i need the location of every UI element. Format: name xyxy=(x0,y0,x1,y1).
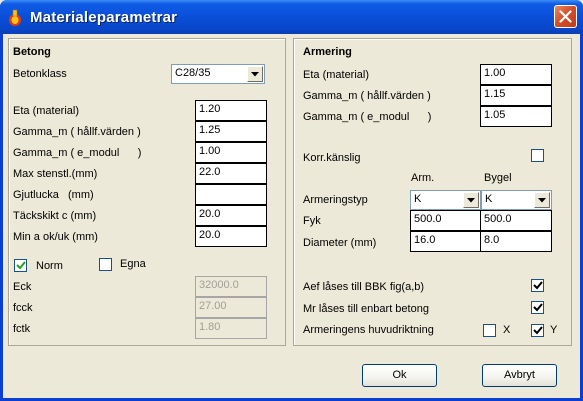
betong-heading: Betong xyxy=(13,46,51,58)
fcck-label: fcck xyxy=(13,302,33,314)
huvudriktning-label: Armeringens huvudriktning xyxy=(303,324,434,336)
gjutlucka-label: Gjutlucka (mm) xyxy=(13,189,94,201)
diameter-arm-field[interactable]: 16.0 xyxy=(410,231,482,252)
egna-checkbox[interactable] xyxy=(99,258,112,271)
min-a-label: Min a ok/uk (mm) xyxy=(13,231,98,243)
armering-heading: Armering xyxy=(303,46,352,58)
min-a-field[interactable]: 20.0 xyxy=(195,226,267,247)
tackskikt-label: Täckskikt c (mm) xyxy=(13,210,97,222)
y-label: Y xyxy=(550,324,558,336)
chevron-down-icon xyxy=(251,72,259,77)
close-button[interactable] xyxy=(554,5,577,28)
close-icon xyxy=(559,10,572,23)
arm-column-header: Arm. xyxy=(411,172,435,184)
betong-gamma-emodul-field[interactable]: 1.00 xyxy=(195,142,267,163)
dropdown-arrow-button[interactable] xyxy=(463,192,479,208)
x-label: X xyxy=(503,324,511,336)
betongklass-value: C28/35 xyxy=(175,67,211,79)
title-bar[interactable]: Materialeparametrar xyxy=(0,0,583,34)
tackskikt-field[interactable]: 20.0 xyxy=(195,205,267,226)
norm-label: Norm xyxy=(36,260,63,272)
dropdown-arrow-button[interactable] xyxy=(534,192,550,208)
gjutlucka-field[interactable] xyxy=(195,184,267,205)
armering-gamma-emodul-label: Gamma_m ( e_modul ) xyxy=(303,111,432,123)
chevron-down-icon xyxy=(467,198,475,203)
betongklass-label: Betonklass xyxy=(13,68,67,80)
chevron-down-icon xyxy=(538,198,546,203)
diameter-label: Diameter (mm) xyxy=(303,237,377,249)
mr-label: Mr låses till enbart betong xyxy=(303,303,429,315)
armeringstyp-label: Armeringstyp xyxy=(303,194,368,206)
norm-checkbox[interactable] xyxy=(14,259,27,272)
armeringstyp-bygel-value: K xyxy=(485,193,493,205)
dropdown-arrow-button[interactable] xyxy=(247,66,263,82)
fctk-field: 1.80 xyxy=(195,318,267,339)
aef-checkbox[interactable] xyxy=(531,279,544,292)
checkmark-icon xyxy=(533,326,543,335)
checkmark-icon xyxy=(533,281,543,290)
armering-gamma-hallf-label: Gamma_m ( hållf.värden ) xyxy=(303,90,431,102)
aef-label: Aef låses till BBK fig(a,b) xyxy=(303,281,425,293)
betong-eta-label: Eta (material) xyxy=(13,105,80,117)
max-stenstl-field[interactable]: 22.0 xyxy=(195,163,267,184)
fcck-field: 27.00 xyxy=(195,297,267,318)
fyk-arm-field[interactable]: 500.0 xyxy=(410,210,482,231)
dialog-window: Materialeparametrar Betong Betonklass C2… xyxy=(0,0,583,401)
armeringstyp-bygel-select[interactable]: K xyxy=(481,190,552,210)
bygel-column-header: Bygel xyxy=(484,172,512,184)
armeringstyp-arm-select[interactable]: K xyxy=(410,190,481,210)
korr-checkbox[interactable] xyxy=(531,149,544,162)
eck-field: 32000.0 xyxy=(195,276,267,297)
max-stenstl-label: Max stenstl.(mm) xyxy=(13,168,98,180)
cancel-button[interactable]: Avbryt xyxy=(482,364,557,387)
dialog-body: Betong Betonklass C28/35 Eta (material) … xyxy=(3,34,580,398)
window-title: Materialeparametrar xyxy=(30,9,178,26)
ok-button[interactable]: Ok xyxy=(362,364,437,387)
checkmark-icon xyxy=(16,261,26,270)
armering-gamma-hallf-field[interactable]: 1.15 xyxy=(480,85,552,106)
fctk-label: fctk xyxy=(13,323,31,335)
korr-label: Korr.känslig xyxy=(303,152,361,164)
armering-eta-field[interactable]: 1.00 xyxy=(480,64,552,85)
mr-checkbox[interactable] xyxy=(531,301,544,314)
betong-gamma-emodul-label: Gamma_m ( e_modul ) xyxy=(13,147,142,159)
armeringstyp-arm-value: K xyxy=(414,193,422,205)
checkmark-icon xyxy=(533,303,543,312)
armering-eta-label: Eta (material) xyxy=(303,69,370,81)
eck-label: Eck xyxy=(13,281,32,293)
diameter-bygel-field[interactable]: 8.0 xyxy=(480,231,552,252)
x-checkbox[interactable] xyxy=(483,324,496,337)
betong-gamma-hallf-label: Gamma_m ( hållf.värden ) xyxy=(13,126,141,138)
fyk-label: Fyk xyxy=(303,215,321,227)
betong-gamma-hallf-field[interactable]: 1.25 xyxy=(195,121,267,142)
armering-gamma-emodul-field[interactable]: 1.05 xyxy=(480,106,552,127)
betong-eta-field[interactable]: 1.20 xyxy=(195,100,267,121)
betongklass-select[interactable]: C28/35 xyxy=(171,64,265,84)
fyk-bygel-field[interactable]: 500.0 xyxy=(480,210,552,231)
y-checkbox[interactable] xyxy=(531,324,544,337)
app-icon xyxy=(9,9,21,26)
egna-label: Egna xyxy=(120,258,146,270)
